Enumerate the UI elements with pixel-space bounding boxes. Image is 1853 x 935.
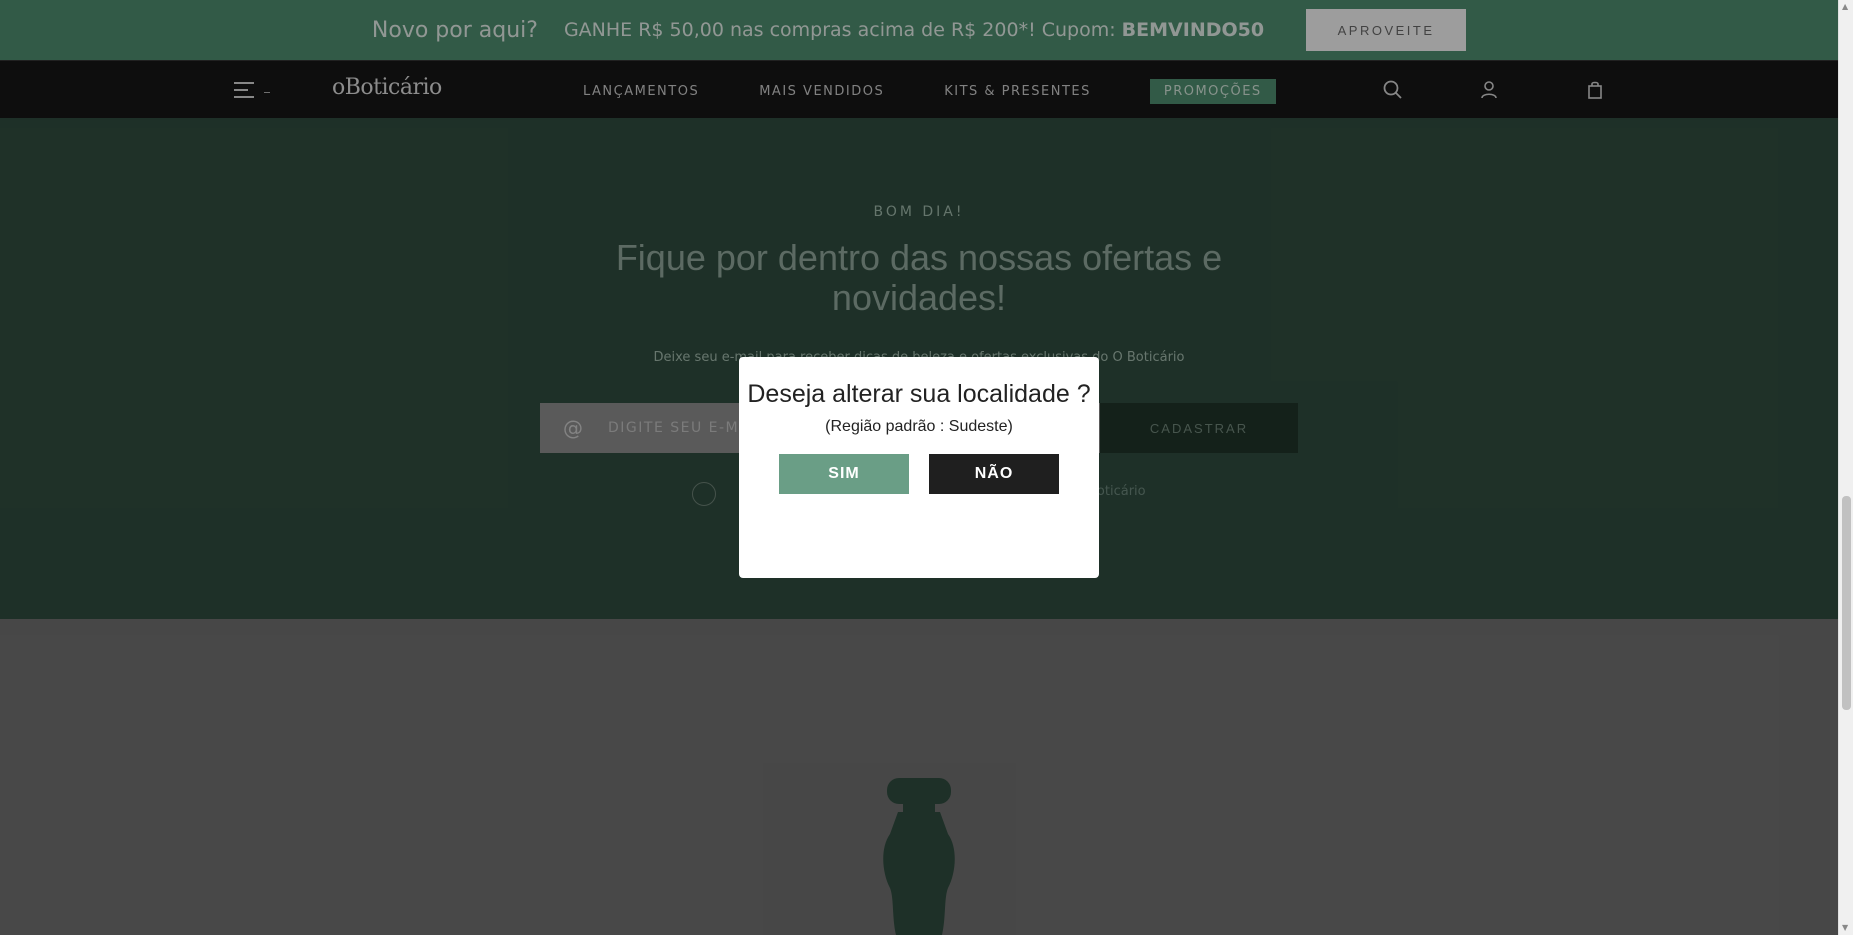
sim-button[interactable]: SIM	[779, 454, 909, 494]
modal-title: Deseja alterar sua localidade ?	[747, 380, 1091, 408]
location-modal: Deseja alterar sua localidade ? (Região …	[739, 357, 1099, 578]
scroll-thumb[interactable]	[1842, 496, 1851, 710]
modal-actions: SIM NÃO	[739, 454, 1099, 494]
page-scrollbar[interactable]: ▲ ▼	[1838, 0, 1853, 935]
scroll-down-arrow-icon[interactable]: ▼	[1842, 924, 1850, 932]
nao-button[interactable]: NÃO	[929, 454, 1059, 494]
scroll-up-arrow-icon[interactable]: ▲	[1842, 3, 1850, 11]
modal-subtitle: (Região padrão : Sudeste)	[825, 418, 1013, 435]
